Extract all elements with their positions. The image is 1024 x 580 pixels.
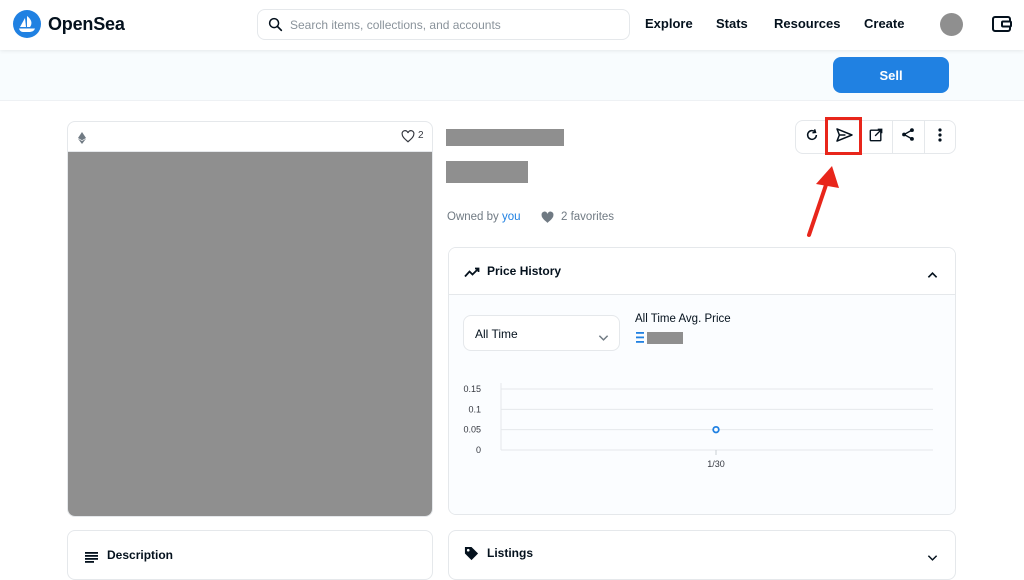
price-chart: 0.15 0.1 0.05 0 1/30 (463, 383, 933, 469)
external-link-icon (869, 128, 883, 147)
ethereum-icon (78, 131, 86, 149)
data-point (712, 425, 720, 434)
chevron-down-icon (598, 329, 609, 347)
open-external-button[interactable] (860, 121, 892, 153)
logo-text[interactable]: OpenSea (48, 14, 125, 35)
nav-explore[interactable]: Explore (645, 16, 693, 31)
refresh-button[interactable] (796, 121, 828, 153)
y-tick-label: 0.05 (463, 425, 481, 435)
chevron-up-icon[interactable] (927, 266, 938, 284)
sell-button[interactable]: Sell (833, 57, 949, 93)
description-panel[interactable]: Description (67, 530, 433, 580)
heart-filled-icon (540, 211, 555, 229)
search-input[interactable] (290, 10, 620, 39)
image-card-header: 2 (68, 122, 432, 152)
refresh-icon (805, 128, 819, 147)
wallet-icon[interactable] (991, 14, 1013, 39)
nav-resources[interactable]: Resources (774, 16, 840, 31)
share-button[interactable] (892, 121, 924, 153)
time-range-select[interactable]: All Time (463, 315, 620, 351)
avg-price-label: All Time Avg. Price (635, 313, 731, 325)
nft-image[interactable] (68, 152, 432, 516)
owner-link[interactable]: you (502, 211, 521, 223)
nav-stats[interactable]: Stats (716, 16, 748, 31)
chevron-down-icon[interactable] (927, 549, 938, 567)
list-lines-icon (85, 550, 98, 568)
price-history-panel: Price History All Time All Time Avg. Pri… (448, 247, 956, 515)
item-name-redacted (446, 161, 528, 183)
nft-image-card: 2 (67, 121, 433, 517)
search-icon (268, 17, 283, 37)
x-tick-label: 1/30 (707, 459, 725, 469)
item-actions-group (795, 120, 956, 154)
description-title: Description (107, 548, 174, 562)
opensea-logo-icon[interactable] (13, 10, 41, 38)
favorites-count[interactable]: 2 favorites (561, 211, 614, 223)
listings-panel[interactable]: Listings (448, 530, 956, 580)
ethereum-icon (636, 331, 644, 349)
annotation-arrow-icon (800, 155, 846, 245)
like-count: 2 (418, 130, 424, 141)
profile-avatar[interactable] (940, 13, 963, 36)
owned-by-label: Owned by (447, 211, 499, 223)
y-tick-label: 0.15 (463, 384, 481, 394)
more-options-button[interactable] (924, 121, 956, 153)
price-history-title: Price History (487, 264, 562, 278)
price-history-body: All Time All Time Avg. Price 0.15 0.1 0.05… (449, 295, 955, 514)
top-navbar: OpenSea Explore Stats Resources Create (0, 0, 1024, 50)
transfer-highlight-box (825, 117, 862, 155)
trend-line-icon (464, 265, 480, 283)
y-tick-label: 0.1 (468, 404, 481, 414)
price-history-header[interactable]: Price History (449, 248, 955, 295)
nav-create[interactable]: Create (864, 16, 904, 31)
heart-outline-icon[interactable] (401, 130, 415, 148)
y-tick-label: 0 (476, 445, 481, 455)
collection-name-redacted[interactable] (446, 129, 564, 146)
more-icon (938, 127, 942, 147)
avg-price-redacted (647, 332, 683, 344)
tag-icon (464, 546, 479, 566)
owned-by: Owned by you (447, 211, 521, 223)
search-bar[interactable] (257, 9, 630, 40)
listings-title: Listings (487, 546, 534, 560)
time-range-value: All Time (475, 327, 518, 341)
share-icon (901, 127, 915, 147)
